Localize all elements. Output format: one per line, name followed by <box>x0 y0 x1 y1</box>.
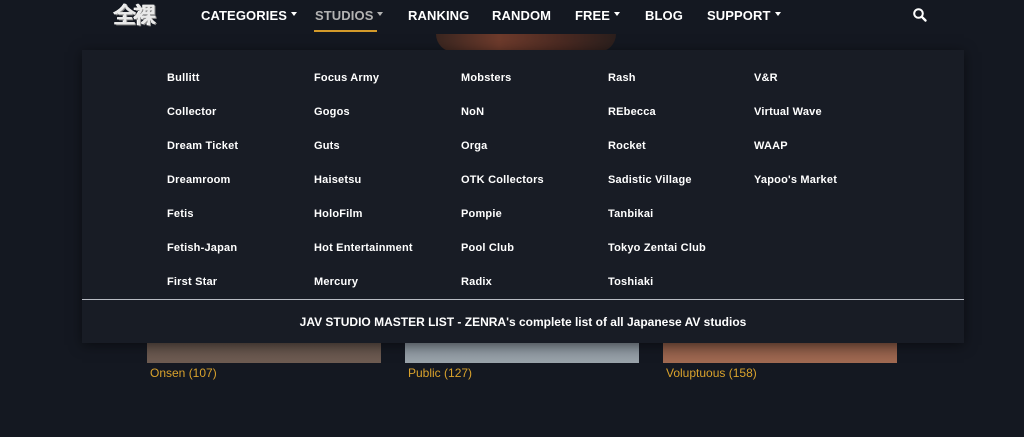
studio-link[interactable]: Focus Army <box>314 72 413 106</box>
studio-link[interactable]: V&R <box>754 72 837 106</box>
nav-ranking[interactable]: RANKING <box>408 0 469 30</box>
studio-link[interactable]: Guts <box>314 140 413 174</box>
nav-categories-label: CATEGORIES <box>201 7 287 23</box>
studio-link[interactable]: Dream Ticket <box>167 140 238 174</box>
studio-link[interactable]: Gogos <box>314 106 413 140</box>
studio-link[interactable]: Rash <box>608 72 706 106</box>
studio-link[interactable]: NoN <box>461 106 544 140</box>
chevron-down-icon <box>291 12 297 16</box>
studio-link[interactable]: Pool Club <box>461 242 544 276</box>
studio-link[interactable]: Yapoo's Market <box>754 174 837 208</box>
nav-random[interactable]: RANDOM <box>492 0 551 30</box>
studio-link[interactable]: Tokyo Zentai Club <box>608 242 706 276</box>
studio-column-2: Focus Army Gogos Guts Haisetsu HoloFilm … <box>314 72 413 310</box>
studio-link[interactable]: Fetis <box>167 208 238 242</box>
nav-random-label: RANDOM <box>492 7 552 23</box>
category-link-onsen[interactable]: Onsen (107) <box>150 366 217 380</box>
studios-dropdown-menu: Bullitt Collector Dream Ticket Dreamroom… <box>82 50 964 343</box>
studio-link[interactable]: Dreamroom <box>167 174 238 208</box>
studio-link[interactable]: HoloFilm <box>314 208 413 242</box>
nav-blog[interactable]: BLOG <box>645 0 683 30</box>
nav-free[interactable]: FREE <box>575 0 621 30</box>
chevron-down-icon <box>614 12 621 16</box>
nav-support-label: SUPPORT <box>707 7 771 23</box>
chevron-down-icon <box>377 12 384 16</box>
studio-link[interactable]: Sadistic Village <box>608 174 706 208</box>
studio-link[interactable]: Bullitt <box>167 72 238 106</box>
nav-ranking-label: RANKING <box>408 7 470 23</box>
category-link-public[interactable]: Public (127) <box>408 366 472 380</box>
studio-link[interactable]: Mobsters <box>461 72 544 106</box>
nav-support[interactable]: SUPPORT <box>707 0 781 30</box>
top-navbar: 全裸 CATEGORIES STUDIOS RANKING RANDOM FRE… <box>0 0 1024 34</box>
active-tab-indicator <box>314 30 377 32</box>
studio-column-1: Bullitt Collector Dream Ticket Dreamroom… <box>167 72 238 310</box>
nav-categories[interactable]: CATEGORIES <box>201 0 297 30</box>
studio-link[interactable]: Tanbikai <box>608 208 706 242</box>
nav-free-label: FREE <box>575 7 611 23</box>
studio-link[interactable]: Haisetsu <box>314 174 413 208</box>
studio-link[interactable]: OTK Collectors <box>461 174 544 208</box>
studio-master-list-link[interactable]: JAV STUDIO MASTER LIST - ZENRA's complet… <box>82 300 964 343</box>
studio-column-3: Mobsters NoN Orga OTK Collectors Pompie … <box>461 72 544 310</box>
studio-link[interactable]: Pompie <box>461 208 544 242</box>
studio-column-5: V&R Virtual Wave WAAP Yapoo's Market <box>754 72 837 208</box>
chevron-down-icon <box>774 12 781 16</box>
studio-link[interactable]: WAAP <box>754 140 837 174</box>
site-logo[interactable]: 全裸 <box>114 0 168 29</box>
category-link-voluptuous[interactable]: Voluptuous (158) <box>666 366 757 380</box>
search-icon[interactable] <box>912 7 928 23</box>
studio-link[interactable]: Virtual Wave <box>754 106 837 140</box>
studio-link[interactable]: Rocket <box>608 140 706 174</box>
nav-studios-label: STUDIOS <box>315 7 374 23</box>
studio-column-4: Rash REbecca Rocket Sadistic Village Tan… <box>608 72 706 310</box>
nav-blog-label: BLOG <box>645 7 683 23</box>
studio-link[interactable]: Fetish-Japan <box>167 242 238 276</box>
studio-link[interactable]: Hot Entertainment <box>314 242 413 276</box>
studio-link[interactable]: Orga <box>461 140 544 174</box>
studio-link[interactable]: Collector <box>167 106 238 140</box>
nav-studios[interactable]: STUDIOS <box>315 0 384 30</box>
studio-link[interactable]: REbecca <box>608 106 706 140</box>
